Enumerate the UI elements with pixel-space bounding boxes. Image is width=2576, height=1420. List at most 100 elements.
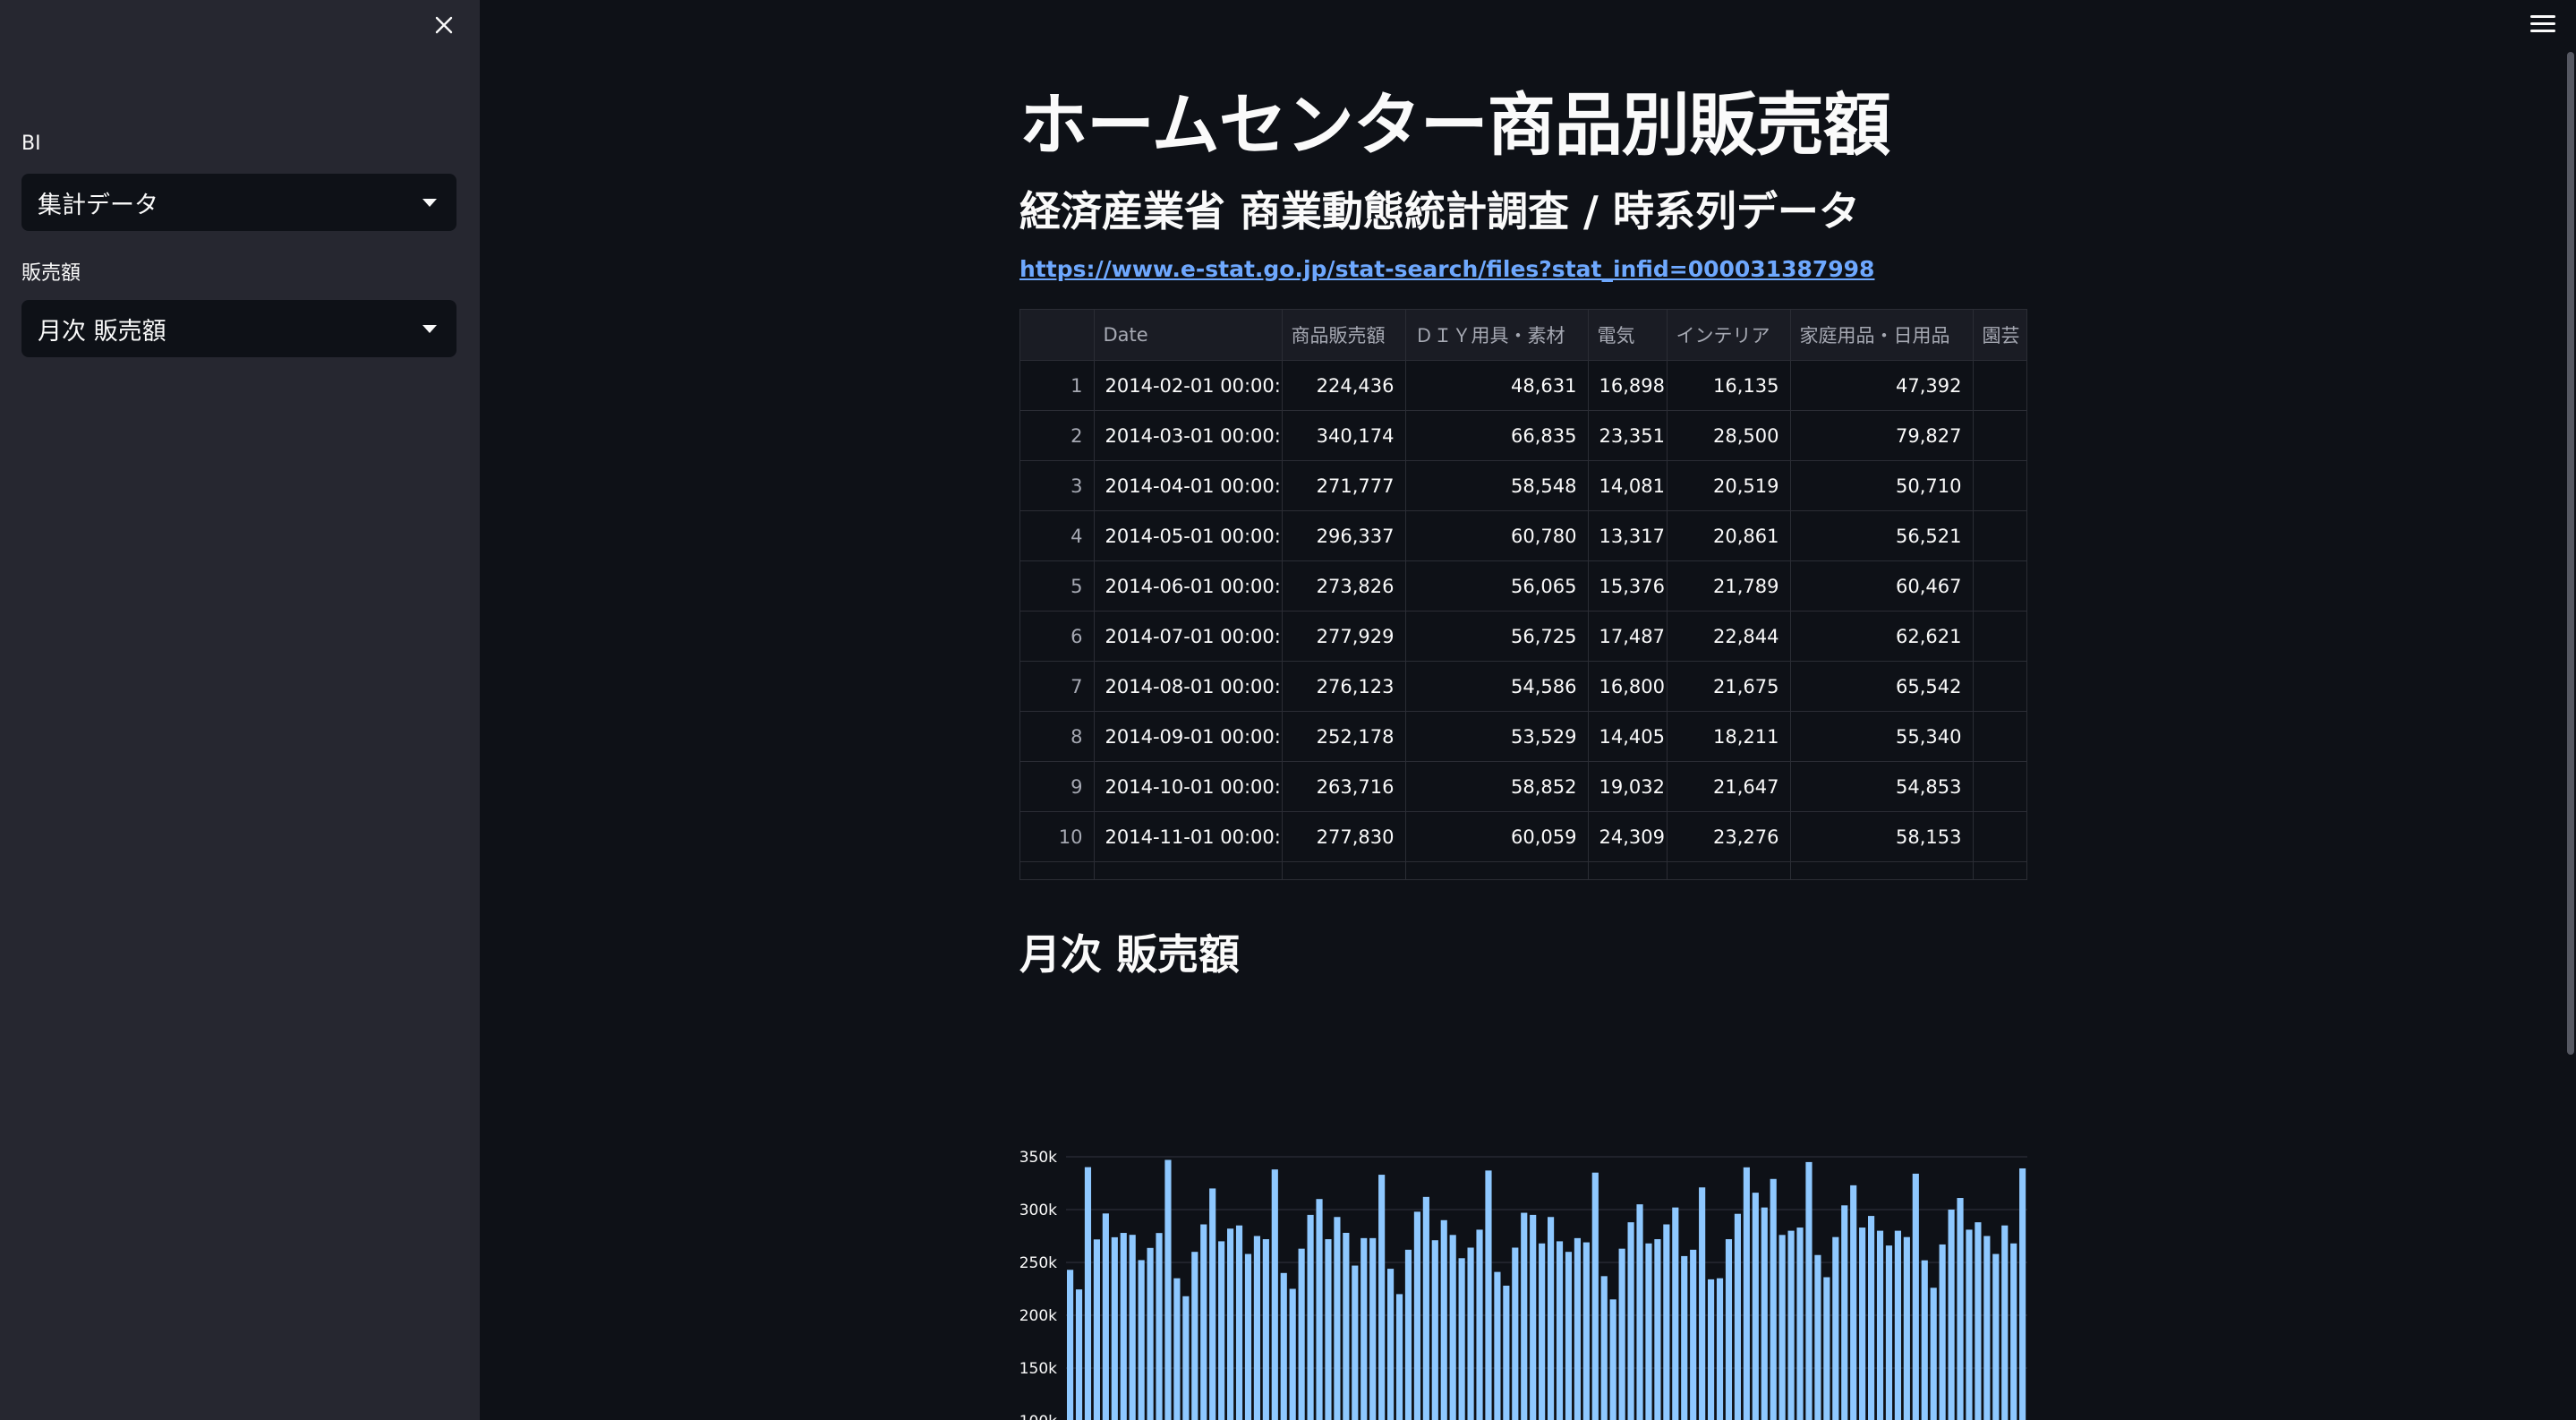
bar[interactable] [1600, 1276, 1608, 1420]
table-cell[interactable]: 50,710 [1790, 460, 1974, 511]
table-cell[interactable] [1973, 661, 2026, 712]
bar[interactable] [1690, 1249, 1697, 1420]
table-cell[interactable] [1973, 861, 2026, 879]
table-cell[interactable]: 20,861 [1667, 510, 1791, 561]
table-cell[interactable]: 16,898 [1588, 360, 1668, 411]
table-cell[interactable]: 21,789 [1667, 560, 1791, 612]
bar[interactable] [1948, 1210, 1955, 1420]
main-menu-button[interactable] [2528, 11, 2558, 38]
table-cell[interactable]: 76,111 [1790, 861, 1974, 879]
bar[interactable] [1618, 1248, 1625, 1420]
table-cell[interactable]: 20,519 [1667, 460, 1791, 511]
bar[interactable] [1343, 1232, 1350, 1420]
table-row[interactable]: 12014-02-01 00:00:00224,43648,63116,8981… [1020, 360, 2026, 411]
bar[interactable] [1262, 1239, 1269, 1420]
bar[interactable] [2001, 1225, 2009, 1420]
table-cell[interactable]: 2014-02-01 00:00:00 [1094, 360, 1283, 411]
table-cell[interactable]: 28,500 [1667, 410, 1791, 461]
table-cell[interactable]: 17,487 [1588, 611, 1668, 662]
table-row[interactable]: 102014-11-01 00:00:00277,83060,05924,309… [1020, 811, 2026, 862]
table-cell[interactable] [1973, 611, 2026, 662]
bar[interactable] [1404, 1249, 1412, 1420]
bar[interactable] [1512, 1247, 1519, 1420]
bar[interactable] [1975, 1222, 1982, 1420]
table-row[interactable]: 112014-12-01 00:00:00347,05165,77236,084… [1020, 861, 2026, 879]
column-header[interactable]: インテリア [1667, 310, 1791, 361]
table-row[interactable]: 62014-07-01 00:00:00277,92956,72517,4872… [1020, 611, 2026, 662]
table-cell[interactable]: 23,351 [1588, 410, 1668, 461]
bar[interactable] [1636, 1204, 1643, 1420]
bar[interactable] [1556, 1241, 1564, 1420]
column-header[interactable] [1020, 310, 1095, 361]
bar[interactable] [1761, 1207, 1768, 1420]
table-cell[interactable]: 296,337 [1282, 510, 1406, 561]
bar[interactable] [1921, 1260, 1928, 1420]
column-header[interactable]: 園芸 [1973, 310, 2026, 361]
table-cell[interactable] [1973, 460, 2026, 511]
table-cell[interactable]: 273,826 [1282, 560, 1406, 612]
bar[interactable] [1120, 1233, 1127, 1420]
table-cell[interactable]: 65,772 [1405, 861, 1589, 879]
bar[interactable] [1850, 1185, 1857, 1420]
table-cell[interactable] [1973, 560, 2026, 612]
bar[interactable] [1743, 1167, 1750, 1420]
bar[interactable] [1298, 1248, 1305, 1420]
table-cell[interactable]: 16,800 [1588, 661, 1668, 712]
bar[interactable] [1645, 1243, 1652, 1420]
bar[interactable] [1796, 1228, 1804, 1420]
bar[interactable] [1476, 1229, 1483, 1420]
bar[interactable] [1814, 1254, 1821, 1420]
bar[interactable] [1841, 1205, 1848, 1420]
bar[interactable] [1654, 1239, 1661, 1420]
bar[interactable] [1352, 1265, 1359, 1420]
table-cell[interactable]: 21,647 [1667, 761, 1791, 812]
bar[interactable] [1173, 1278, 1181, 1420]
bar[interactable] [1699, 1187, 1706, 1420]
table-cell[interactable]: 48,631 [1405, 360, 1589, 411]
table-cell[interactable]: 60,467 [1790, 560, 1974, 612]
bar[interactable] [1672, 1207, 1679, 1420]
bar[interactable] [1467, 1247, 1474, 1420]
table-row[interactable]: 42014-05-01 00:00:00296,33760,78013,3172… [1020, 510, 2026, 561]
bar[interactable] [1102, 1213, 1109, 1420]
column-header[interactable]: 商品販売額 [1282, 310, 1406, 361]
bar[interactable] [2010, 1243, 2017, 1420]
bar[interactable] [1084, 1167, 1092, 1420]
bar[interactable] [1138, 1260, 1145, 1420]
table-cell[interactable]: 2014-04-01 00:00:00 [1094, 460, 1283, 511]
bar[interactable] [1823, 1277, 1830, 1420]
bar[interactable] [1440, 1219, 1447, 1420]
bar[interactable] [1458, 1258, 1465, 1420]
bar[interactable] [1111, 1236, 1118, 1420]
table-cell[interactable]: 79,827 [1790, 410, 1974, 461]
bar[interactable] [1067, 1270, 1074, 1420]
table-cell[interactable]: 60,780 [1405, 510, 1589, 561]
bar[interactable] [1387, 1269, 1395, 1420]
bar[interactable] [1627, 1222, 1634, 1420]
table-row[interactable]: 52014-06-01 00:00:00273,82656,06515,3762… [1020, 560, 2026, 612]
bar[interactable] [1182, 1296, 1190, 1420]
bar[interactable] [1307, 1214, 1314, 1420]
table-cell[interactable]: 24,309 [1588, 811, 1668, 862]
table-cell[interactable]: 276,123 [1282, 661, 1406, 712]
table-cell[interactable] [1973, 360, 2026, 411]
bi-select[interactable]: 集計データ [21, 174, 456, 231]
bar[interactable] [1147, 1247, 1154, 1420]
table-cell[interactable]: 277,929 [1282, 611, 1406, 662]
table-cell[interactable]: 36,084 [1588, 861, 1668, 879]
table-row[interactable]: 92014-10-01 00:00:00263,71658,85219,0322… [1020, 761, 2026, 812]
bar[interactable] [1787, 1230, 1795, 1420]
bar[interactable] [1957, 1198, 1964, 1420]
bar[interactable] [1725, 1239, 1733, 1420]
bar[interactable] [1325, 1239, 1332, 1420]
bar[interactable] [1521, 1212, 1528, 1420]
bar[interactable] [1316, 1199, 1323, 1420]
bar[interactable] [1449, 1235, 1456, 1420]
bar[interactable] [1244, 1253, 1252, 1420]
column-header[interactable]: Date [1094, 310, 1283, 361]
bar[interactable] [1280, 1272, 1287, 1420]
bar[interactable] [1369, 1237, 1377, 1420]
table-cell[interactable]: 56,065 [1405, 560, 1589, 612]
bar[interactable] [1903, 1236, 1910, 1420]
table-cell[interactable]: 2014-09-01 00:00:00 [1094, 711, 1283, 762]
